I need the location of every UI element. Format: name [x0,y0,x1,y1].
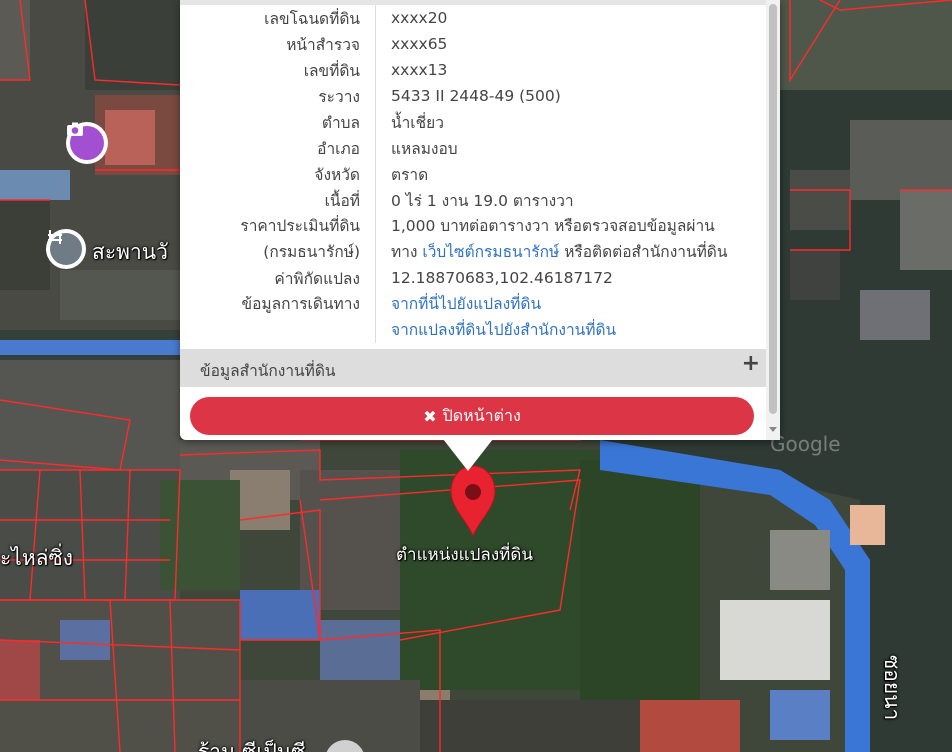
row-value: 1,000 บาทต่อตารางวา หรือตรวจสอบข้อมูลผ่า… [376,213,767,265]
coordinates-link[interactable]: 12.18870683,102.46187172 [376,265,767,291]
popup-pointer [443,439,493,471]
map-label-shop-bottom: ร้าน ซีเป็นซี [198,740,306,752]
row-travel-info: ข้อมูลการเดินทาง จากที่นี่ไปยังแปลงที่ดิ… [180,291,766,343]
row-value: 0 ไร่ 1 งาน 19.0 ตารางวา [391,191,574,210]
row-value: จากที่นี่ไปยังแปลงที่ดิน จากแปลงที่ดินไป… [376,291,767,343]
row-label: ตำบล [180,109,376,135]
row-value: 5433 II 2448-49 (500) [391,87,561,105]
map-label-soi: ซอยนา [880,655,904,721]
row-survey-page: หน้าสำรวจ xxxx65 [180,31,766,57]
popup-scrollbar[interactable] [766,0,780,440]
row-deed-number: เลขโฉนดที่ดิน xxxx20 [180,5,766,31]
row-value: xxxx65 [391,35,448,53]
row-value: ตราด [391,165,429,184]
row-value: น้ำเชี่ยว [391,113,444,132]
camera-icon[interactable] [66,122,108,164]
land-office-section-toggle[interactable]: ข้อมูลสำนักงานที่ดิน + [180,349,766,387]
land-office-section-label: ข้อมูลสำนักงานที่ดิน [200,362,336,380]
close-icon: ✖ [423,406,437,426]
price-value-line2: ทาง เว็บไซต์กรมธนารักษ์ หรือติดต่อสำนักง… [391,239,766,265]
close-button-label: ปิดหน้าต่าง [442,405,521,425]
row-area: เนื้อที่ 0 ไร่ 1 งาน 19.0 ตารางวา [180,187,766,213]
price-label-line2: (กรมธนารักษ์) [263,243,360,261]
parcel-info-popup: เลขโฉนดที่ดิน xxxx20 หน้าสำรวจ xxxx65 เลขท… [180,0,780,440]
row-label: เนื้อที่ [180,187,376,213]
row-value: xxxx20 [391,9,448,27]
row-label: หน้าสำรวจ [180,31,376,57]
row-label: อำเภอ [180,135,376,161]
google-watermark: Google [770,432,841,456]
price-value-line1: 1,000 บาทต่อตารางวา หรือตรวจสอบข้อมูลผ่า… [391,217,715,235]
row-label: ราคาประเมินที่ดิน (กรมธนารักษ์) [180,213,376,265]
expand-icon: + [741,351,760,376]
price-pre-link: ทาง [391,243,423,261]
row-label: ข้อมูลการเดินทาง [180,291,376,343]
marker-label: ตำแหน่งแปลงที่ดิน [396,545,534,565]
directions-to-parcel-link[interactable]: จากที่นี่ไปยังแปลงที่ดิน [391,291,766,317]
row-value: xxxx13 [391,61,448,79]
row-province: จังหวัด ตราด [180,161,766,187]
row-label: ค่าพิกัดแปลง [180,265,376,291]
map-label-parts-shop: ะไหล่ซิ่ง [0,546,74,570]
row-label: จังหวัด [180,161,376,187]
scrollbar-thumb[interactable] [769,4,777,414]
parcel-info-table: เลขโฉนดที่ดิน xxxx20 หน้าสำรวจ xxxx65 เลขท… [180,5,766,343]
treasury-website-link[interactable]: เว็บไซต์กรมธนารักษ์ [422,243,559,261]
travel-label: ข้อมูลการเดินทาง [241,295,360,313]
row-subdistrict: ตำบล น้ำเชี่ยว [180,109,766,135]
price-label-line1: ราคาประเมินที่ดิน [240,217,360,235]
directions-to-office-link[interactable]: จากแปลงที่ดินไปยังสำนักงานที่ดิน [391,317,766,343]
row-label: เลขที่ดิน [180,57,376,83]
map-label-bridge: สะพานวั [92,240,168,264]
scroll-down-arrow-icon[interactable] [769,427,777,432]
row-map-sheet: ระวาง 5433 II 2448-49 (500) [180,83,766,109]
row-label: ระวาง [180,83,376,109]
price-post-link: หรือติดต่อสำนักงานที่ดิน [559,243,728,261]
bridge-icon[interactable] [46,229,86,269]
row-appraised-price: ราคาประเมินที่ดิน (กรมธนารักษ์) 1,000 บา… [180,213,766,265]
row-district: อำเภอ แหลมงอบ [180,135,766,161]
row-value: แหลมงอบ [391,139,458,158]
popup-content: เลขโฉนดที่ดิน xxxx20 หน้าสำรวจ xxxx65 เลขท… [180,0,766,440]
close-window-button[interactable]: ✖ ปิดหน้าต่าง [190,397,754,435]
row-coordinates: ค่าพิกัดแปลง 12.18870683,102.46187172 [180,265,766,291]
row-land-number: เลขที่ดิน xxxx13 [180,57,766,83]
row-label: เลขโฉนดที่ดิน [180,5,376,31]
